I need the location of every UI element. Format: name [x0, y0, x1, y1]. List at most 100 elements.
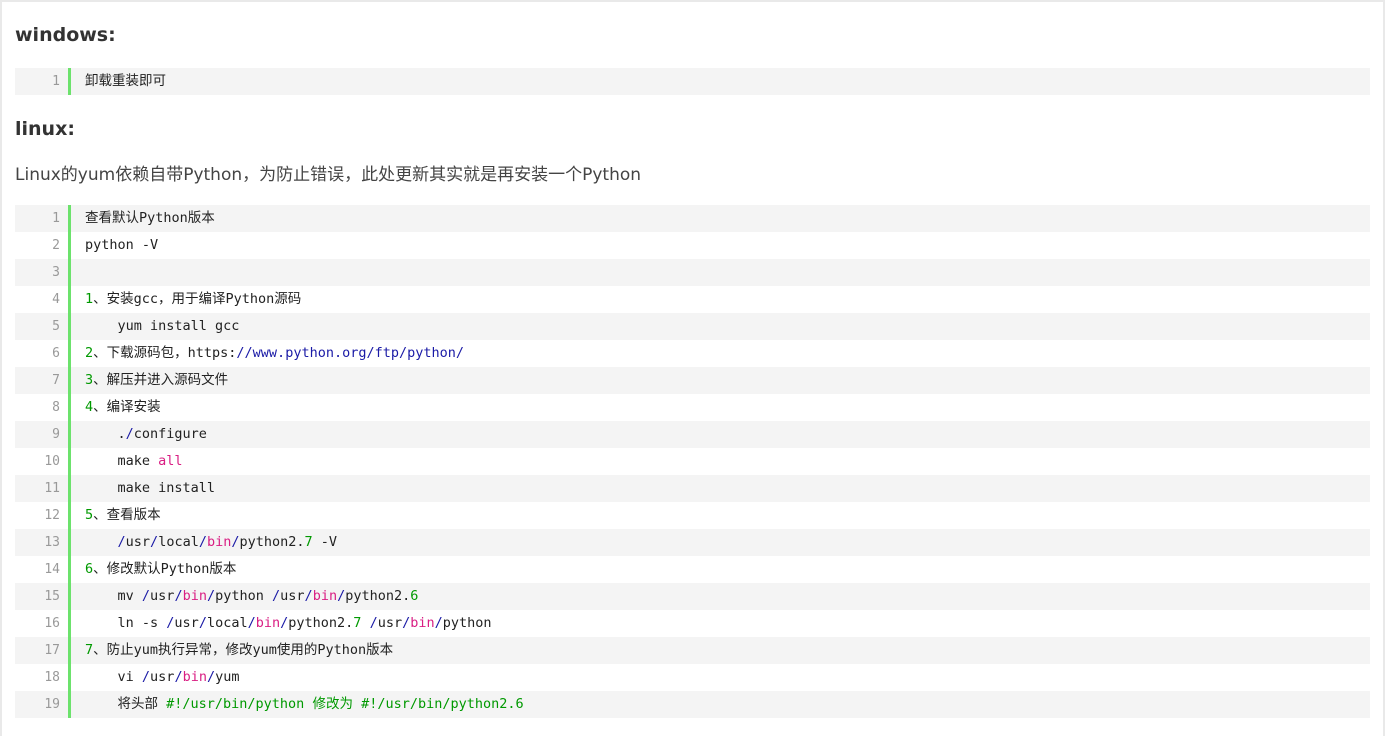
code-line: 15 mv /usr/bin/python /usr/bin/python2.6: [15, 583, 1370, 610]
code-token: bin: [410, 615, 435, 631]
line-number: 1: [52, 211, 60, 226]
code-block-windows: 1 卸载重装即可: [15, 68, 1370, 95]
code-token: 7: [304, 534, 313, 550]
code-line: 9 ./configure: [15, 421, 1370, 448]
code-token: all: [158, 453, 183, 469]
line-number: 9: [52, 427, 60, 442]
code-text: 4、编译安装: [71, 394, 161, 421]
code-token: python2.: [239, 534, 305, 550]
code-token: //www.python.org/ftp/python/: [236, 345, 464, 361]
code-text: 2、下载源码包，https://www.python.org/ftp/pytho…: [71, 340, 464, 367]
code-text: 将头部 #!/usr/bin/python 修改为 #!/usr/bin/pyt…: [71, 691, 524, 718]
code-token: /: [272, 588, 281, 604]
code-line: 12 5、查看版本: [15, 502, 1370, 529]
code-token: /: [198, 615, 207, 631]
code-token: usr: [174, 615, 199, 631]
code-token: #!/usr/bin/python 修改为 #!/usr/bin/python2…: [166, 696, 524, 712]
code-token: 2: [85, 345, 94, 361]
heading-windows: windows:: [15, 24, 116, 46]
code-line: 1 查看默认Python版本: [15, 205, 1370, 232]
code-token: bin: [182, 588, 207, 604]
line-number: 19: [44, 697, 60, 712]
code-token: 、查看版本: [93, 507, 161, 523]
code-line: 14 6、修改默认Python版本: [15, 556, 1370, 583]
code-token: python2.: [345, 588, 411, 604]
code-token: python2.: [288, 615, 354, 631]
code-token: bin: [206, 534, 232, 550]
code-token: 、防止yum执行异常，修改yum使用的Python版本: [93, 642, 394, 658]
code-token: /: [150, 534, 159, 550]
line-number: 14: [44, 562, 60, 577]
code-token: /: [125, 426, 134, 442]
code-token: /: [206, 588, 216, 604]
linux-note: Linux的yum依赖自带Python，为防止错误，此处更新其实就是再安装一个P…: [15, 165, 642, 185]
code-token: 5: [85, 507, 94, 523]
code-token: /: [231, 534, 240, 550]
code-text: 卸载重装即可: [71, 68, 166, 95]
code-token: 7: [85, 642, 94, 658]
line-number: 12: [44, 508, 60, 523]
code-token: configure: [133, 426, 207, 442]
line-number: 17: [44, 643, 60, 658]
code-token: /: [174, 588, 183, 604]
code-text: 3、解压并进入源码文件: [71, 367, 228, 394]
code-token: 、下载源码包，https:: [93, 345, 237, 361]
code-token: local: [158, 534, 199, 550]
code-text: yum install gcc: [71, 313, 240, 340]
code-token: 6: [410, 588, 419, 604]
code-token: /: [141, 588, 151, 604]
code-token: 将头部: [85, 696, 167, 712]
code-block-linux: 1 查看默认Python版本 2 python -V 3 4 1、安装gcc，用于编译Pyt…: [15, 205, 1370, 718]
line-number: 2: [52, 238, 60, 253]
code-text: 6、修改默认Python版本: [71, 556, 236, 583]
code-token: /: [117, 534, 126, 550]
code-line: 4 1、安装gcc，用于编译Python源码: [15, 286, 1370, 313]
code-token: /: [198, 534, 207, 550]
code-token: usr: [150, 669, 175, 685]
code-text: make all: [71, 448, 183, 475]
code-line: 17 7、防止yum执行异常，修改yum使用的Python版本: [15, 637, 1370, 664]
code-token: 1: [85, 291, 94, 307]
code-text: 7、防止yum执行异常，修改yum使用的Python版本: [71, 637, 393, 664]
code-token: 、安装gcc，用于编译Python源码: [93, 291, 302, 307]
code-token: /: [369, 615, 378, 631]
line-number: 5: [52, 319, 60, 334]
line-number: 3: [52, 265, 60, 280]
code-token: make install: [85, 480, 216, 496]
code-token: /: [247, 615, 256, 631]
code-token: 3: [85, 372, 94, 388]
code-line: 6 2、下载源码包，https://www.python.org/ftp/pyth…: [15, 340, 1370, 367]
code-token: 查看默认Python版本: [85, 210, 215, 226]
code-token: bin: [312, 588, 338, 604]
line-number: 7: [52, 373, 60, 388]
heading-linux: linux:: [15, 118, 75, 140]
line-number: 6: [52, 346, 60, 361]
code-line: 19 将头部 #!/usr/bin/python 修改为 #!/usr/bin/…: [15, 691, 1370, 718]
code-token: 卸载重装即可: [85, 73, 166, 89]
code-token: local: [206, 615, 248, 631]
line-number: 8: [52, 400, 60, 415]
code-token: /: [434, 615, 443, 631]
code-text: /usr/local/bin/python2.7 -V: [71, 529, 338, 556]
code-token: ln -s: [85, 615, 167, 631]
code-line: 7 3、解压并进入源码文件: [15, 367, 1370, 394]
code-text: python -V: [71, 232, 158, 259]
code-token: 、解压并进入源码文件: [93, 372, 229, 388]
code-text: make install: [71, 475, 216, 502]
code-token: make: [85, 453, 159, 469]
code-token: -V: [312, 534, 338, 550]
code-token: /: [304, 588, 313, 604]
code-line: 11 make install: [15, 475, 1370, 502]
code-token: bin: [182, 669, 207, 685]
code-line: 5 yum install gcc: [15, 313, 1370, 340]
code-token: python -V: [85, 237, 159, 253]
code-line: 2 python -V: [15, 232, 1370, 259]
code-text: ln -s /usr/local/bin/python2.7 /usr/bin/…: [71, 610, 492, 637]
line-number: 18: [44, 670, 60, 685]
code-token: python: [442, 615, 492, 631]
code-text: ./configure: [71, 421, 207, 448]
line-number: 16: [44, 616, 60, 631]
code-text: mv /usr/bin/python /usr/bin/python2.6: [71, 583, 419, 610]
